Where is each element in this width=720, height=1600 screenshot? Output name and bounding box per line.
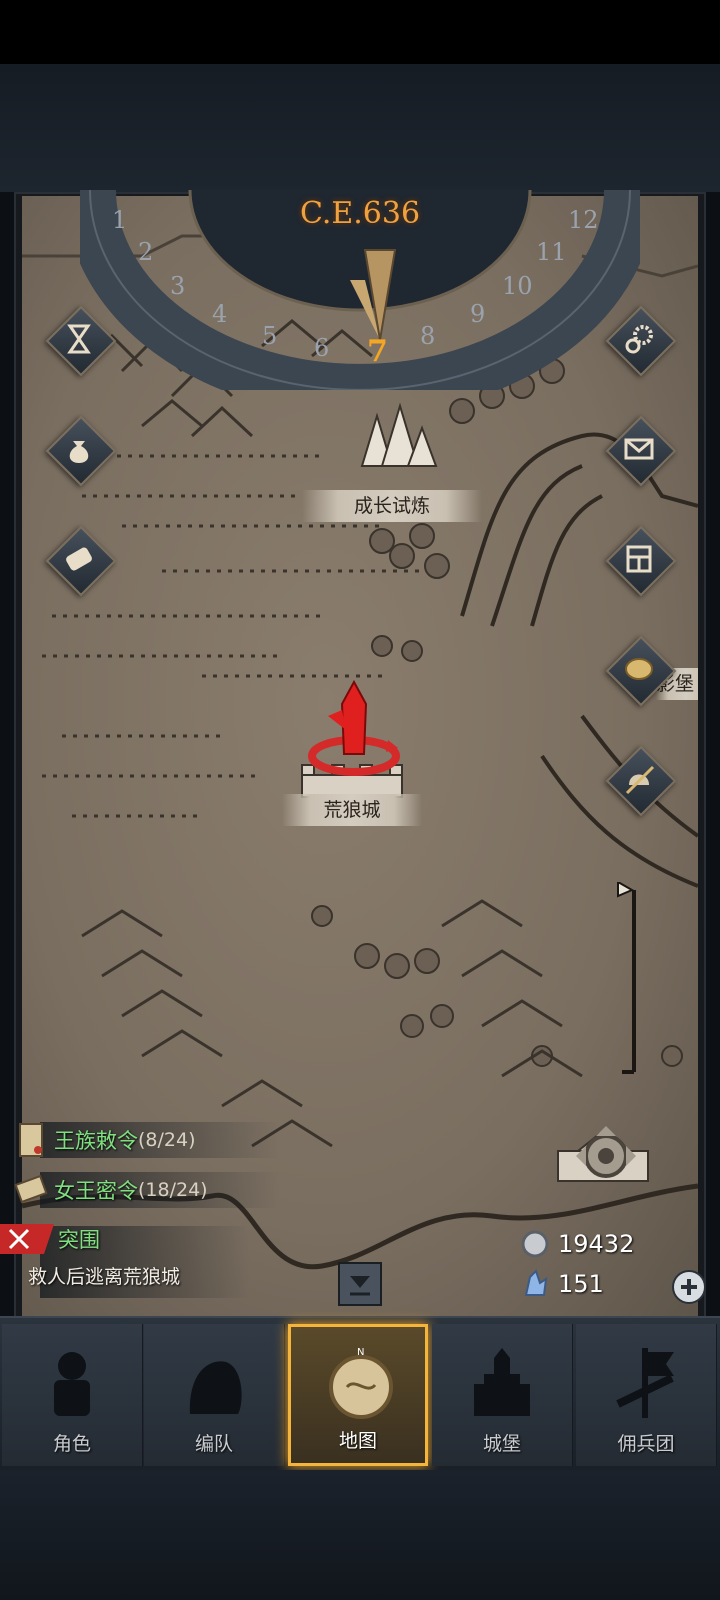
tab-character[interactable]: 角色 (2, 1324, 143, 1466)
gear-icon (625, 325, 653, 354)
month-9[interactable]: 9 (470, 300, 485, 328)
month-12[interactable]: 12 (568, 206, 599, 234)
quest-royal-edict-count: (8/24) (138, 1129, 196, 1151)
add-crystal-button[interactable] (672, 1270, 706, 1304)
location-label-wolf-city[interactable]: 荒狼城 (282, 794, 422, 826)
army-marker-icon[interactable] (302, 674, 412, 784)
quest-breakout-title: 突围 (58, 1228, 100, 1252)
hourglass-icon (67, 324, 91, 354)
quest-royal-edict[interactable]: 王族敕令 (8/24) (14, 1120, 196, 1160)
month-6[interactable]: 6 (314, 334, 329, 362)
tab-map-label: 地图 (338, 1430, 377, 1452)
zoom-slider[interactable] (612, 882, 642, 1082)
bag-button[interactable] (45, 415, 117, 487)
month-2[interactable]: 2 (138, 238, 153, 266)
recenter-compass-icon[interactable] (556, 1116, 656, 1196)
month-10[interactable]: 10 (502, 272, 533, 300)
status-bar (0, 0, 720, 64)
silver-amount: 19432 (558, 1230, 635, 1258)
crystal-amount: 151 (558, 1270, 604, 1298)
month-4[interactable]: 4 (212, 300, 227, 328)
tab-map[interactable]: N 地图 (288, 1324, 428, 1466)
crystal-icon (524, 1269, 548, 1296)
secret-letter-icon (14, 1174, 48, 1204)
coin-button[interactable] (605, 635, 677, 707)
bottom-nav: 角色 编队 N 地图 城堡 佣兵团 (0, 1316, 720, 1470)
quest-breakout-desc: 救人后逃离荒狼城 (28, 1266, 181, 1288)
scroll-button[interactable] (45, 525, 117, 597)
bag-icon (69, 441, 89, 463)
calendar-dial[interactable] (80, 150, 640, 390)
helmet-sword-button[interactable] (605, 745, 677, 817)
location-label-trial[interactable]: 成长试炼 (302, 490, 482, 522)
castle-icon (474, 1348, 530, 1416)
settings-button[interactable] (605, 305, 677, 377)
tab-formation-label: 编队 (194, 1433, 233, 1455)
quest-breakout[interactable]: 突围 (0, 1222, 100, 1256)
tab-mercenary-label: 佣兵团 (617, 1433, 675, 1455)
edict-scroll-icon (19, 1123, 43, 1157)
scroll-icon (66, 547, 92, 571)
silver-resource: 19432 (518, 1226, 668, 1262)
quest-royal-edict-label: 王族敕令 (54, 1129, 138, 1153)
coin-icon (625, 658, 653, 680)
svg-text:N: N (357, 1347, 364, 1358)
banner-icon (616, 1348, 674, 1418)
month-5[interactable]: 5 (262, 322, 277, 350)
chevron-down-icon (350, 1276, 370, 1296)
board-button[interactable] (605, 525, 677, 597)
tab-mercenary[interactable]: 佣兵团 (576, 1324, 717, 1466)
crossed-swords-icon (0, 1224, 54, 1254)
helmet-icon (189, 1361, 242, 1414)
quest-queen-secret[interactable]: 女王密令 (18/24) (14, 1170, 208, 1210)
knight-icon (54, 1352, 90, 1416)
tab-castle[interactable]: 城堡 (432, 1324, 573, 1466)
month-8[interactable]: 8 (420, 322, 435, 350)
quest-queen-secret-count: (18/24) (138, 1179, 208, 1201)
tab-formation[interactable]: 编队 (144, 1324, 285, 1466)
collapse-button[interactable] (338, 1262, 382, 1306)
hourglass-button[interactable] (45, 305, 117, 377)
compass-map-icon: N (329, 1347, 393, 1419)
mail-button[interactable] (605, 415, 677, 487)
plus-icon (681, 1279, 697, 1295)
mail-icon (624, 438, 654, 460)
tab-castle-label: 城堡 (482, 1433, 521, 1455)
board-icon (626, 545, 652, 573)
month-1[interactable]: 1 (112, 206, 127, 234)
helmet-sword-icon (625, 765, 655, 795)
tab-character-label: 角色 (52, 1433, 91, 1455)
quest-queen-secret-label: 女王密令 (54, 1179, 138, 1203)
calendar-year: C.E.636 (299, 196, 421, 231)
month-11[interactable]: 11 (536, 238, 567, 266)
month-7-current[interactable]: 7 (367, 334, 388, 369)
bottom-band (0, 1470, 720, 1600)
crystal-resource: 151 (518, 1266, 668, 1302)
month-3[interactable]: 3 (170, 272, 185, 300)
silver-coin-icon (521, 1230, 549, 1258)
